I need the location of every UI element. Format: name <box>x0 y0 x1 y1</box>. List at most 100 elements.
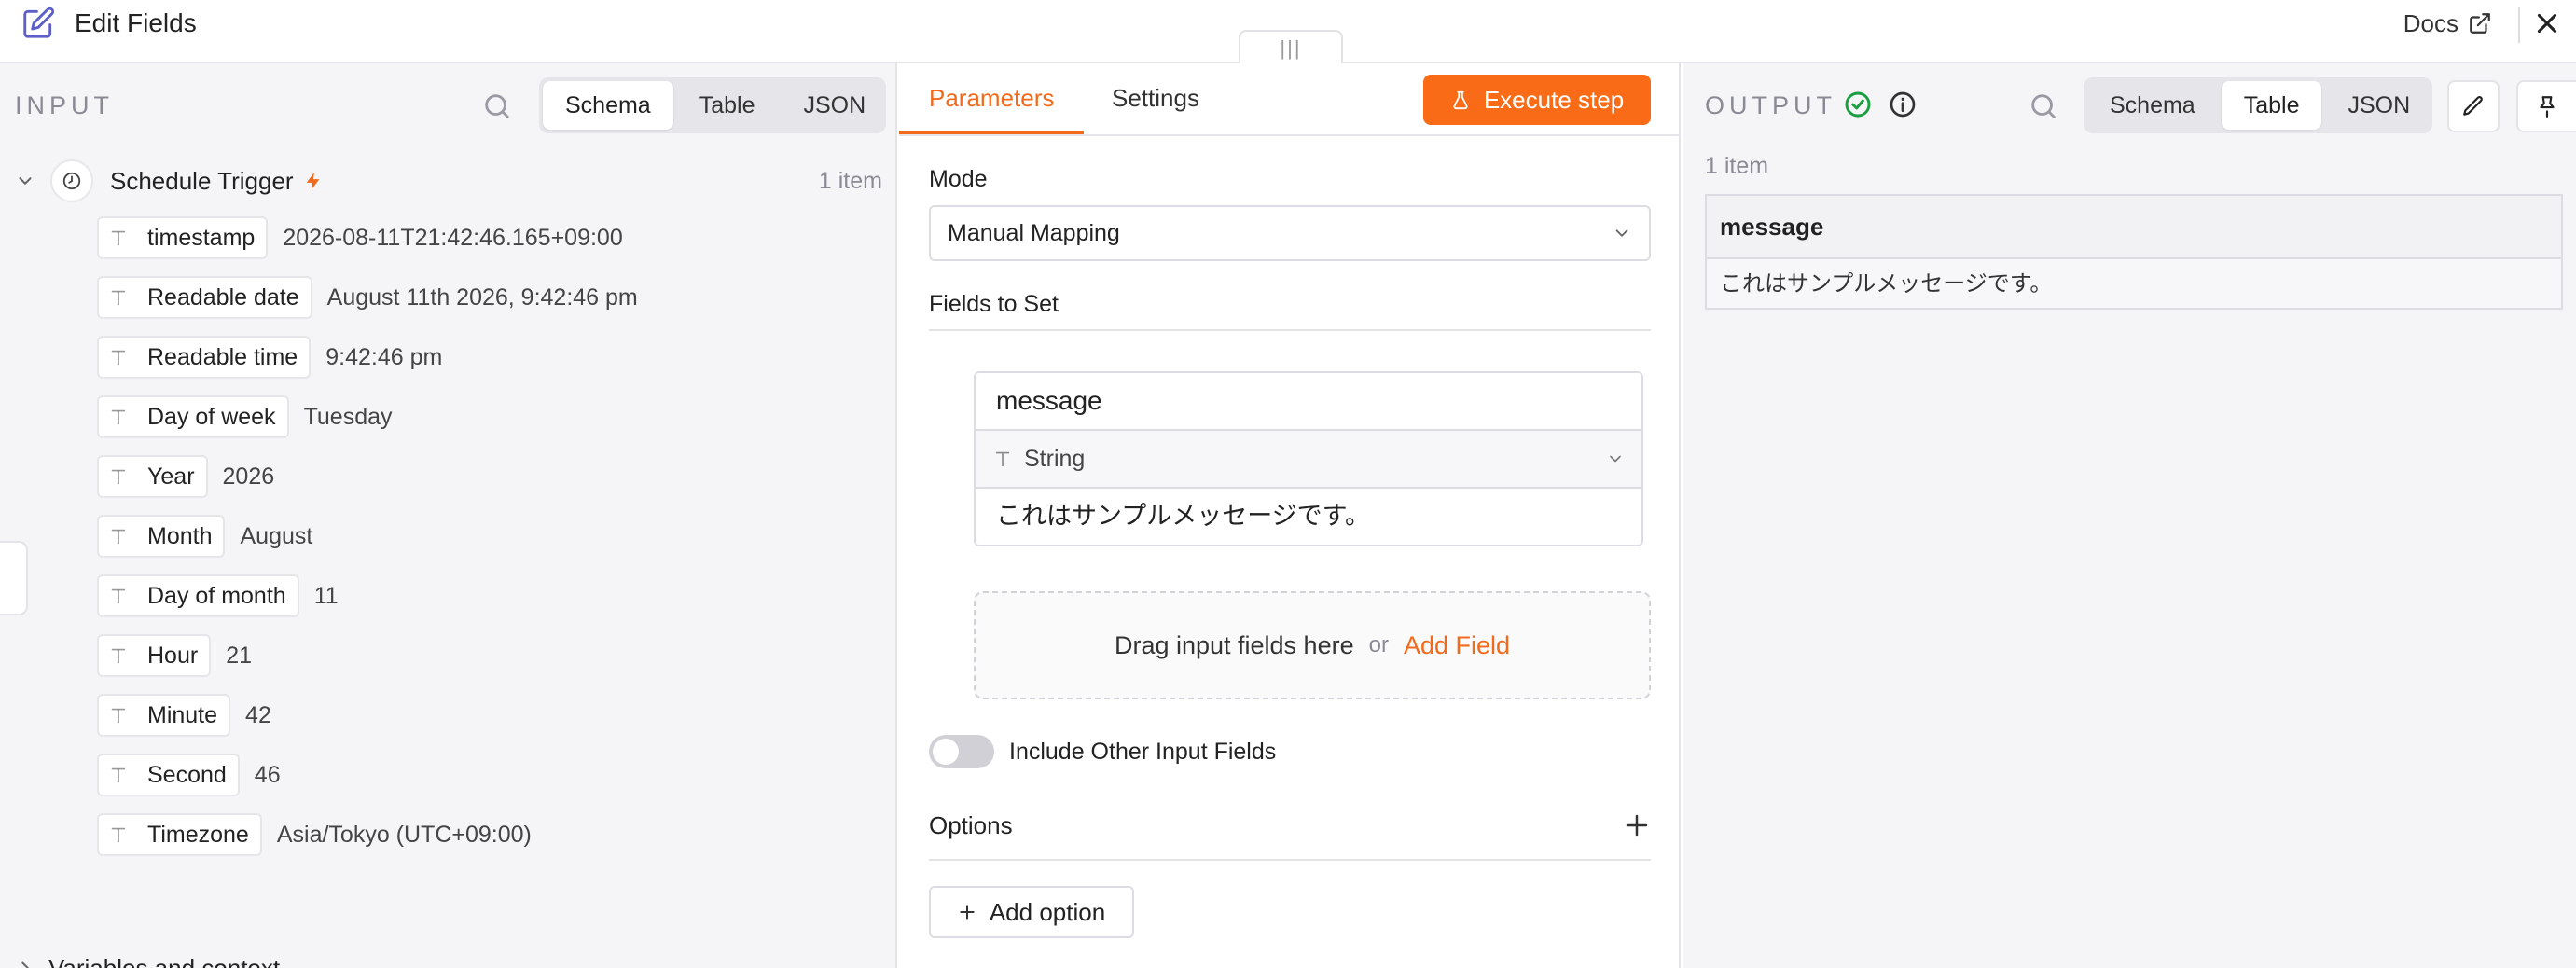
fields-to-set-label: Fields to Set <box>929 291 1059 317</box>
docs-label: Docs <box>2403 9 2458 37</box>
close-icon[interactable] <box>2531 7 2563 39</box>
field-name: Day of week <box>147 403 276 430</box>
tab-settings[interactable]: Settings <box>1112 84 1199 113</box>
add-option-button[interactable]: Add option <box>929 886 1134 938</box>
output-table: message これはサンプルメッセージです。 <box>1705 194 2563 310</box>
add-field-link[interactable]: Add Field <box>1404 631 1510 660</box>
schema-field-row: Month August <box>97 515 312 558</box>
field-chip[interactable]: Readable date <box>97 276 312 319</box>
schema-field-row: Second 46 <box>97 754 281 796</box>
add-option-label: Add option <box>989 897 1106 926</box>
schema-field-row: Day of week Tuesday <box>97 395 393 438</box>
field-value: August 11th 2026, 9:42:46 pm <box>326 283 638 311</box>
options-label: Options <box>929 811 1013 839</box>
input-tab-json[interactable]: JSON <box>781 81 888 130</box>
clock-icon <box>62 172 81 190</box>
input-tab-table[interactable]: Table <box>677 81 778 130</box>
field-chip[interactable]: Timezone <box>97 813 262 856</box>
assignment-type-select[interactable]: String <box>976 431 1641 489</box>
mode-value: Manual Mapping <box>948 219 1120 246</box>
trigger-item-count: 1 item <box>818 167 882 194</box>
text-type-icon <box>111 648 126 664</box>
field-value: 11 <box>313 582 339 609</box>
field-chip[interactable]: Day of month <box>97 574 299 617</box>
variables-and-context-node[interactable]: Variables and context <box>15 949 280 968</box>
lightning-icon <box>306 172 319 190</box>
field-value: 2026-08-11T21:42:46.165+09:00 <box>283 224 623 251</box>
assignment-value-input[interactable]: これはサンプルメッセージです。 <box>976 489 1641 545</box>
panel-drag-handle[interactable]: ||| <box>1239 30 1343 65</box>
input-label: INPUT <box>15 91 114 119</box>
field-chip[interactable]: Month <box>97 515 226 558</box>
section-divider <box>929 329 1651 331</box>
output-tab-table[interactable]: Table <box>2221 81 2322 130</box>
docs-link[interactable]: Docs <box>2403 7 2492 39</box>
flask-icon <box>1453 90 1468 110</box>
field-chip[interactable]: Second <box>97 754 240 796</box>
field-value: 42 <box>245 701 271 728</box>
active-tab-indicator <box>899 131 1084 134</box>
table-header-message: message <box>1707 196 2561 259</box>
left-edge-tab[interactable] <box>0 541 28 615</box>
output-tab-schema[interactable]: Schema <box>2087 81 2218 130</box>
edit-output-button[interactable] <box>2447 80 2500 132</box>
plus-icon[interactable] <box>1623 811 1651 839</box>
schema-field-row: Minute 42 <box>97 694 271 737</box>
toggle-knob <box>933 739 959 765</box>
output-tab-json[interactable]: JSON <box>2325 81 2432 130</box>
schema-field-row: Hour 21 <box>97 634 252 677</box>
field-name: Second <box>147 761 227 788</box>
drop-zone-or: or <box>1368 632 1389 657</box>
schema-field-row: Year 2026 <box>97 455 274 498</box>
text-type-icon <box>111 230 126 246</box>
text-type-icon <box>111 529 126 545</box>
schema-field-row: Readable time 9:42:46 pm <box>97 336 442 379</box>
field-name: timestamp <box>147 224 256 251</box>
include-other-toggle[interactable] <box>929 735 994 768</box>
field-value: 21 <box>226 642 252 669</box>
field-name: Day of month <box>147 582 286 609</box>
field-chip[interactable]: Year <box>97 455 208 498</box>
schema-field-row: Day of month 11 <box>97 574 339 617</box>
field-value: 9:42:46 pm <box>325 343 443 370</box>
assignment-card: message String これはサンプルメッセージです。 <box>974 371 1643 546</box>
mode-select[interactable]: Manual Mapping <box>929 205 1651 261</box>
text-type-icon <box>995 451 1010 467</box>
include-other-row: Include Other Input Fields <box>929 733 1276 770</box>
input-tab-schema[interactable]: Schema <box>543 81 673 130</box>
tab-parameters[interactable]: Parameters <box>929 84 1054 113</box>
drop-zone[interactable]: Drag input fields here or Add Field <box>974 591 1651 699</box>
output-label: OUTPUT <box>1705 91 1836 119</box>
info-icon[interactable] <box>1888 90 1918 119</box>
trigger-icon-badge <box>50 159 93 202</box>
search-icon[interactable] <box>481 90 513 122</box>
text-type-icon <box>111 767 126 783</box>
parameters-panel: Parameters Settings Execute step Mode Ma… <box>899 63 1681 968</box>
field-chip[interactable]: timestamp <box>97 216 269 259</box>
field-chip[interactable]: Day of week <box>97 395 289 438</box>
text-type-icon <box>111 469 126 485</box>
chevron-down-icon[interactable] <box>15 171 35 191</box>
schema-field-row: timestamp 2026-08-11T21:42:46.165+09:00 <box>97 216 623 259</box>
field-chip[interactable]: Hour <box>97 634 212 677</box>
output-item-count: 1 item <box>1705 153 1769 179</box>
field-value: 2026 <box>222 463 275 490</box>
variables-label: Variables and context <box>48 953 281 968</box>
schedule-trigger-node[interactable]: Schedule Trigger 1 item <box>15 157 882 205</box>
schema-field-row: Readable date August 11th 2026, 9:42:46 … <box>97 276 638 319</box>
field-name: Hour <box>147 642 199 669</box>
schema-field-row: Timezone Asia/Tokyo (UTC+09:00) <box>97 813 532 856</box>
text-type-icon <box>111 708 126 724</box>
field-chip[interactable]: Readable time <box>97 336 312 379</box>
execute-step-label: Execute step <box>1483 85 1625 114</box>
search-icon[interactable] <box>2028 90 2059 122</box>
pin-data-button[interactable] <box>2516 80 2576 132</box>
field-name: Minute <box>147 701 218 728</box>
execute-step-button[interactable]: Execute step <box>1423 75 1651 125</box>
external-link-icon <box>2470 13 2490 34</box>
chevron-right-icon[interactable] <box>15 958 35 968</box>
pin-icon <box>2540 96 2555 118</box>
field-chip[interactable]: Minute <box>97 694 231 737</box>
assignment-name-input[interactable]: message <box>976 373 1641 431</box>
text-type-icon <box>111 588 126 604</box>
